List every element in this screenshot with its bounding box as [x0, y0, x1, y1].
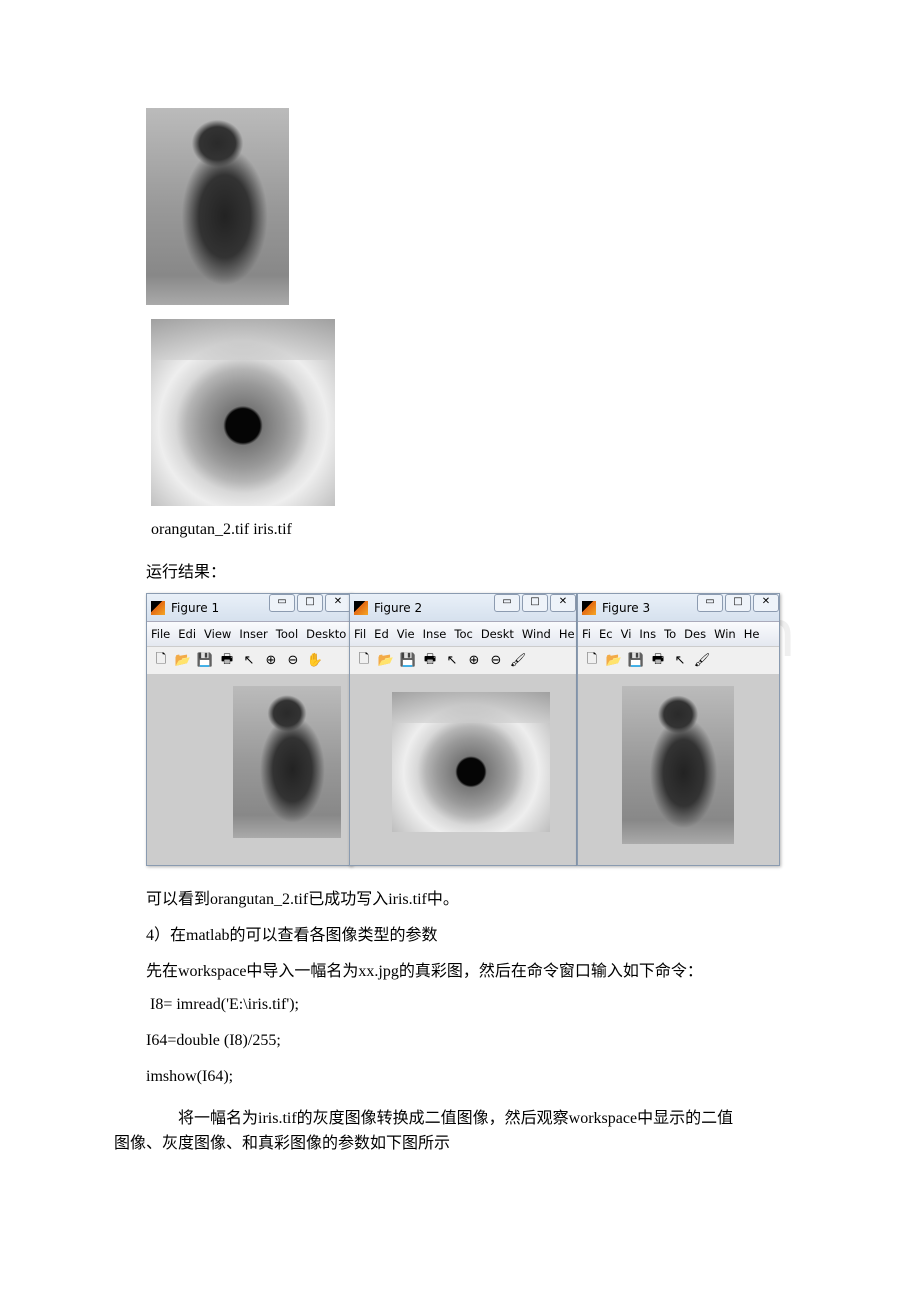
code-line: I8= imread('E:\iris.tif'); — [146, 996, 299, 1013]
menu-item[interactable]: Ed — [374, 627, 389, 641]
figure-axes — [147, 674, 351, 865]
menu-item[interactable]: Vi — [621, 627, 632, 641]
menu-item[interactable]: Tool — [276, 627, 298, 641]
toolbar: 🗋 📂 💾 🖶 ↖ 🖌 — [578, 646, 779, 675]
menu-item[interactable]: View — [204, 627, 231, 641]
zoom-in-icon[interactable]: ⊕ — [465, 653, 483, 668]
menu-item[interactable]: Toc — [454, 627, 472, 641]
print-icon[interactable]: 🖶 — [218, 650, 236, 672]
new-icon[interactable]: 🗋 — [152, 650, 170, 672]
code-line: imshow(I64); — [146, 1068, 234, 1085]
figure-window[interactable]: Figure 1▭□✕FileEdiViewInserToolDesktoW🗋📂… — [146, 593, 352, 866]
menu-item[interactable]: Wind — [522, 627, 551, 641]
open-icon[interactable]: 📂 — [174, 653, 192, 668]
result-label: 运行结果： — [146, 564, 227, 581]
menu-item[interactable]: Ec — [599, 627, 613, 641]
figure-window[interactable]: Figure 2 ▭ □ ✕ Fil Ed Vie Inse Toc Deskt Wind He 🗋 📂 💾… — [349, 593, 577, 866]
menu-item[interactable]: Deskto — [306, 627, 346, 641]
save-icon[interactable]: 💾 — [196, 653, 214, 668]
menu-item[interactable]: Ins — [639, 627, 656, 641]
orangutan-image — [233, 686, 341, 838]
figure-axes — [350, 674, 576, 865]
zoom-out-icon[interactable]: ⊖ — [284, 653, 302, 668]
menu-item[interactable]: To — [664, 627, 676, 641]
print-icon[interactable]: 🖶 — [649, 650, 667, 672]
open-icon[interactable]: 📂 — [605, 653, 623, 668]
zoom-in-icon[interactable]: ⊕ — [262, 653, 280, 668]
minimize-button[interactable]: ▭ — [494, 593, 520, 612]
close-button[interactable]: ✕ — [550, 593, 576, 612]
menu-item[interactable]: Fil — [354, 627, 366, 641]
minimize-button[interactable]: ▭ — [697, 593, 723, 612]
paragraph: 可以看到orangutan_2.tif已成功写入iris.tif中。 — [146, 891, 459, 908]
figure-window[interactable]: Figure 3 ▭ □ ✕ Fi Ec Vi Ins To Des Win He 🗋 📂 💾 🖶 ↖ 🖌 — [577, 593, 780, 866]
menu-item[interactable]: Des — [684, 627, 706, 641]
menu-item[interactable]: He — [559, 627, 575, 641]
image-caption: orangutan_2.tif iris.tif — [151, 521, 292, 538]
menu-item[interactable]: Fi — [582, 627, 591, 641]
matlab-logo-icon — [354, 600, 368, 615]
brush-icon[interactable]: 🖌 — [693, 653, 711, 668]
document-page: orangutan_2.tif iris.tif 运行结果： Figure 1 ▭… — [0, 0, 920, 1302]
window-title: Figure 1 — [171, 600, 220, 615]
window-title: Figure 3 — [602, 600, 651, 615]
zoom-out-icon[interactable]: ⊖ — [487, 653, 505, 668]
maximize-button[interactable]: □ — [297, 593, 323, 612]
minimize-button[interactable]: ▭ — [269, 593, 295, 612]
toolbar: 🗋 📂 💾 🖶 ↖ ⊕ ⊖ 🖌 — [350, 646, 576, 675]
window-title: Figure 2 — [374, 600, 423, 615]
menu-item[interactable]: Inser — [239, 627, 267, 641]
title-bar[interactable]: Figure 2 ▭ □ ✕ — [350, 593, 576, 621]
menu-item[interactable]: File — [151, 627, 170, 641]
maximize-button[interactable]: □ — [725, 593, 751, 612]
menu-item[interactable]: He — [744, 627, 760, 641]
new-icon[interactable]: 🗋 — [355, 650, 373, 672]
iris-image — [392, 692, 550, 832]
pointer-icon[interactable]: ↖ — [240, 653, 258, 668]
title-bar[interactable]: Figure 1 ▭ □ ✕ — [147, 593, 351, 621]
save-icon[interactable]: 💾 — [627, 653, 645, 668]
iris-image — [151, 319, 335, 506]
pan-icon[interactable]: ✋ — [306, 653, 324, 668]
paragraph: 先在workspace中导入一幅名为xx.jpg的真彩图，然后在命令窗口输入如下… — [146, 963, 703, 980]
paragraph: 4）在matlab的可以查看各图像类型的参数 — [146, 927, 438, 944]
menu-item[interactable]: Win — [714, 627, 736, 641]
menu-bar: FileEdiViewInserToolDesktoW — [147, 621, 351, 646]
orangutan-image — [622, 686, 734, 844]
menu-item[interactable]: Deskt — [481, 627, 514, 641]
menu-bar: Fi Ec Vi Ins To Des Win He — [578, 621, 779, 646]
title-bar[interactable]: Figure 3 ▭ □ ✕ — [578, 593, 779, 621]
pointer-icon[interactable]: ↖ — [671, 653, 689, 668]
code-line: I64=double (I8)/255; — [146, 1032, 281, 1049]
menu-item[interactable]: Vie — [397, 627, 415, 641]
paragraph: 将一幅名为iris.tif的灰度图像转换成二值图像，然后观察workspace中… — [178, 1110, 734, 1127]
menu-item[interactable]: Inse — [423, 627, 447, 641]
paragraph: 图像、灰度图像、和真彩图像的参数如下图所示 — [114, 1135, 451, 1152]
new-icon[interactable]: 🗋 — [583, 650, 601, 672]
brush-icon[interactable]: 🖌 — [509, 653, 527, 668]
open-icon[interactable]: 📂 — [377, 653, 395, 668]
figure-axes — [578, 674, 779, 865]
menu-item[interactable]: Edi — [178, 627, 196, 641]
save-icon[interactable]: 💾 — [399, 653, 417, 668]
orangutan-image — [146, 108, 289, 305]
matlab-logo-icon — [582, 600, 596, 615]
matlab-logo-icon — [151, 600, 165, 615]
pointer-icon[interactable]: ↖ — [443, 653, 461, 668]
menu-bar: Fil Ed Vie Inse Toc Deskt Wind He — [350, 621, 576, 646]
close-button[interactable]: ✕ — [325, 593, 351, 612]
print-icon[interactable]: 🖶 — [421, 650, 439, 672]
toolbar: 🗋 📂 💾 🖶 ↖ ⊕ ⊖ ✋ — [147, 646, 351, 675]
close-button[interactable]: ✕ — [753, 593, 779, 612]
maximize-button[interactable]: □ — [522, 593, 548, 612]
